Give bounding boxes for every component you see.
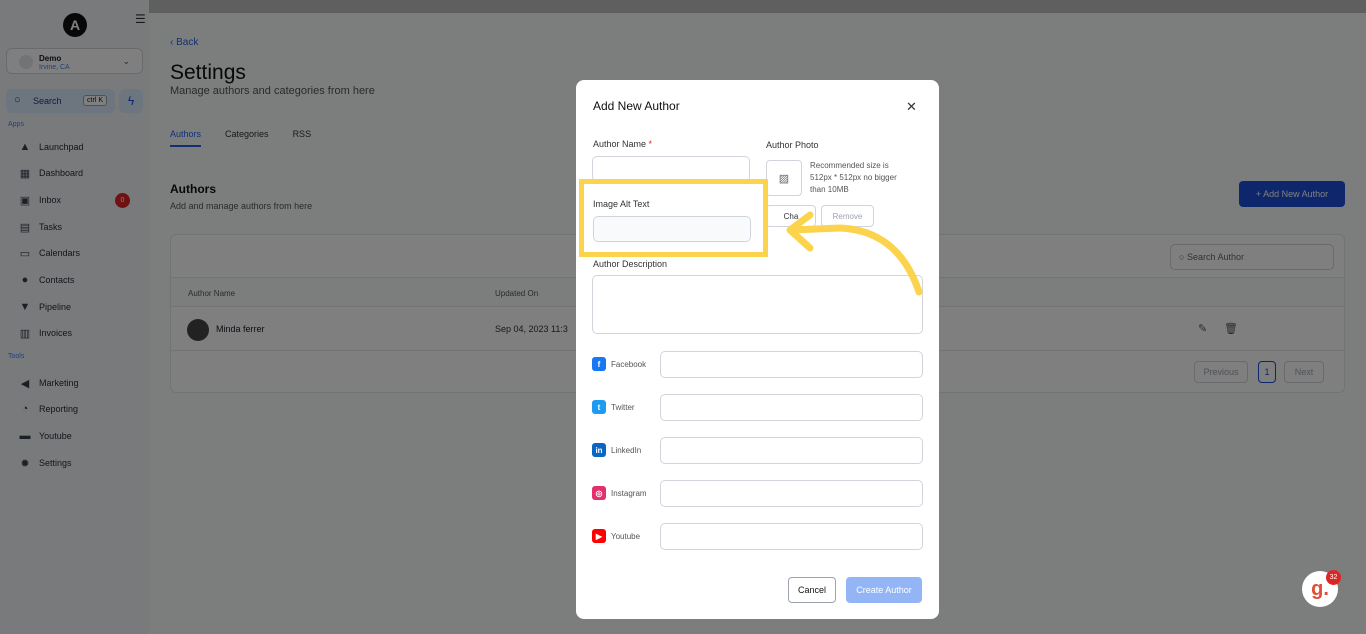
facebook-icon: f xyxy=(592,357,606,371)
instagram-label: Instagram xyxy=(611,489,647,498)
author-photo-label: Author Photo xyxy=(766,140,819,150)
add-author-modal: Add New Author ✕ Author Name * Author Ph… xyxy=(576,80,939,619)
linkedin-input[interactable] xyxy=(660,437,923,464)
instagram-icon: ◎ xyxy=(592,486,606,500)
image-icon[interactable]: ▨ xyxy=(766,160,802,196)
youtube-input[interactable] xyxy=(660,523,923,550)
facebook-label: Facebook xyxy=(611,360,647,369)
create-author-button[interactable]: Create Author xyxy=(846,577,922,603)
youtube-label: Youtube xyxy=(611,532,641,541)
youtube-icon: ▶ xyxy=(592,529,606,543)
twitter-input[interactable] xyxy=(660,394,923,421)
author-description-label: Author Description xyxy=(593,259,668,269)
close-icon[interactable]: ✕ xyxy=(906,99,917,115)
help-badge: 32 xyxy=(1326,570,1341,585)
pointer-arrow-icon xyxy=(786,211,923,296)
facebook-input[interactable] xyxy=(660,351,923,378)
top-strip xyxy=(0,0,1366,13)
modal-title: Add New Author xyxy=(593,99,680,113)
photo-size-note: Recommended size is 512px * 512px no big… xyxy=(810,161,897,194)
cancel-button[interactable]: Cancel xyxy=(788,577,836,603)
image-alt-text-highlight: Image Alt Text xyxy=(579,179,768,257)
author-name-label: Author Name * xyxy=(593,139,653,149)
instagram-input[interactable] xyxy=(660,480,923,507)
image-alt-text-input[interactable] xyxy=(593,216,751,242)
linkedin-icon: in xyxy=(592,443,606,457)
sidebar-overlay xyxy=(0,0,149,634)
sidebar: A ☰ Demo Irvine, CA ⌄ ○ Search ctrl K ϟ … xyxy=(0,0,149,634)
linkedin-label: LinkedIn xyxy=(611,446,642,455)
image-alt-text-label: Image Alt Text xyxy=(593,199,650,209)
twitter-icon: t xyxy=(592,400,606,414)
twitter-label: Twitter xyxy=(611,403,635,412)
